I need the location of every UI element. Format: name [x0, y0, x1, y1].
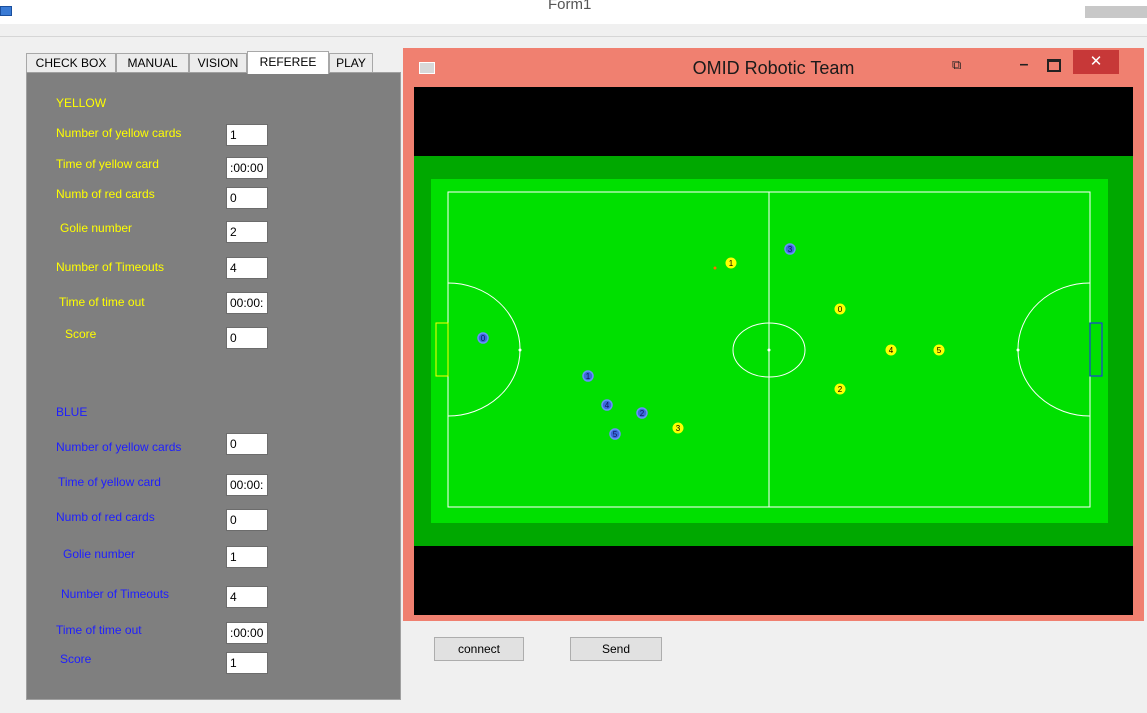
field-canvas[interactable]: 0 3 1 4 2 5 1 0 4 5 2 3 [414, 87, 1133, 615]
tab-manual[interactable]: MANUAL [116, 53, 189, 72]
yellow-timeout-time-label: Time of time out [59, 295, 145, 309]
form-caption-buttons[interactable] [1085, 6, 1147, 18]
blue-yellow-card-time-input[interactable]: 00:00: [226, 474, 268, 496]
blue-red-cards-input[interactable]: 0 [226, 509, 268, 531]
robot-id: 0 [481, 334, 486, 343]
blue-score-input[interactable]: 1 [226, 652, 268, 674]
yellow-goalie-label: Golie number [60, 221, 133, 235]
blue-robot[interactable]: 1 [582, 370, 594, 382]
yellow-timeouts-label: Number of Timeouts [56, 260, 165, 274]
robot-id: 5 [937, 346, 942, 355]
tab-vision[interactable]: VISION [189, 53, 247, 72]
yellow-score-label: Score [65, 327, 97, 341]
blue-robot[interactable]: 0 [477, 332, 489, 344]
center-spot [767, 348, 771, 352]
blue-robot[interactable]: 2 [636, 407, 648, 419]
yellow-yellow-card-time-input[interactable]: :00:00 [226, 157, 268, 179]
yellow-red-cards-label: Numb of red cards [56, 187, 155, 201]
yellow-robot[interactable]: 4 [885, 344, 897, 356]
blue-yellow-cards-input[interactable]: 0 [226, 433, 268, 455]
app-icon [0, 6, 12, 16]
tab-play[interactable]: PLAY [329, 53, 373, 72]
robot-id: 4 [889, 346, 894, 355]
right-penalty-spot [1016, 348, 1020, 352]
field-viewer-window: OMID Robotic Team ⧉ – ✕ 0 3 1 4 2 5 1 0 … [403, 48, 1144, 621]
robot-id: 1 [729, 259, 734, 268]
tab-check-box[interactable]: CHECK BOX [26, 53, 116, 72]
robot-id: 1 [586, 372, 591, 381]
blue-robot[interactable]: 3 [784, 243, 796, 255]
blue-goalie-label: Golie number [63, 547, 136, 561]
yellow-robot[interactable]: 5 [933, 344, 945, 356]
robot-id: 3 [676, 424, 681, 433]
blue-yellow-card-time-label: Time of yellow card [58, 475, 161, 489]
yellow-yellow-card-time-label: Time of yellow card [56, 157, 159, 171]
robot-id: 4 [605, 401, 610, 410]
blue-team-heading: BLUE [56, 405, 88, 419]
yellow-team-heading: YELLOW [56, 96, 107, 110]
yellow-goalie-input[interactable]: 2 [226, 221, 268, 243]
yellow-timeouts-input[interactable]: 4 [226, 257, 268, 279]
robot-id: 5 [613, 430, 618, 439]
blue-goalie-input[interactable]: 1 [226, 546, 268, 568]
close-button[interactable]: ✕ [1073, 50, 1119, 74]
blue-timeout-time-label: Time of time out [56, 623, 142, 637]
form-title: Form1 [548, 0, 592, 13]
soccer-field: 0 3 1 4 2 5 1 0 4 5 2 3 [414, 156, 1133, 546]
yellow-robot[interactable]: 2 [834, 383, 846, 395]
yellow-red-cards-input[interactable]: 0 [226, 187, 268, 209]
ball [713, 266, 717, 270]
blue-yellow-cards-label: Number of yellow cards [56, 440, 182, 454]
form-titlebar: Form1 [0, 0, 1147, 24]
yellow-score-input[interactable]: 0 [226, 327, 268, 349]
blue-robot[interactable]: 4 [601, 399, 613, 411]
blue-red-cards-label: Numb of red cards [56, 510, 155, 524]
blue-robot[interactable]: 5 [609, 428, 621, 440]
viewer-titlebar[interactable]: OMID Robotic Team ⧉ – ✕ [403, 48, 1144, 87]
yellow-robot[interactable]: 3 [672, 422, 684, 434]
send-button[interactable]: Send [570, 637, 662, 661]
yellow-yellow-cards-label: Number of yellow cards [56, 126, 182, 140]
maximize-button[interactable] [1044, 56, 1062, 74]
yellow-yellow-cards-input[interactable]: 1 [226, 124, 268, 146]
yellow-robot[interactable]: 0 [834, 303, 846, 315]
robot-id: 2 [640, 409, 645, 418]
blue-score-label: Score [60, 652, 92, 666]
connect-button[interactable]: connect [434, 637, 524, 661]
minimize-button[interactable]: – [1015, 56, 1033, 74]
tab-referee[interactable]: REFEREE [247, 51, 329, 74]
snap-icon[interactable]: ⧉ [952, 58, 966, 72]
yellow-robot[interactable]: 1 [725, 257, 737, 269]
left-penalty-spot [518, 348, 522, 352]
blue-timeouts-input[interactable]: 4 [226, 586, 268, 608]
yellow-timeout-time-input[interactable]: 00:00: [226, 292, 268, 314]
form-divider [0, 36, 1147, 37]
robot-id: 3 [788, 245, 793, 254]
blue-timeouts-label: Number of Timeouts [61, 587, 170, 601]
blue-timeout-time-input[interactable]: :00:00 [226, 622, 268, 644]
referee-panel: YELLOW Number of yellow cards 1 Time of … [26, 72, 401, 700]
robot-id: 0 [838, 305, 843, 314]
robot-id: 2 [838, 385, 843, 394]
